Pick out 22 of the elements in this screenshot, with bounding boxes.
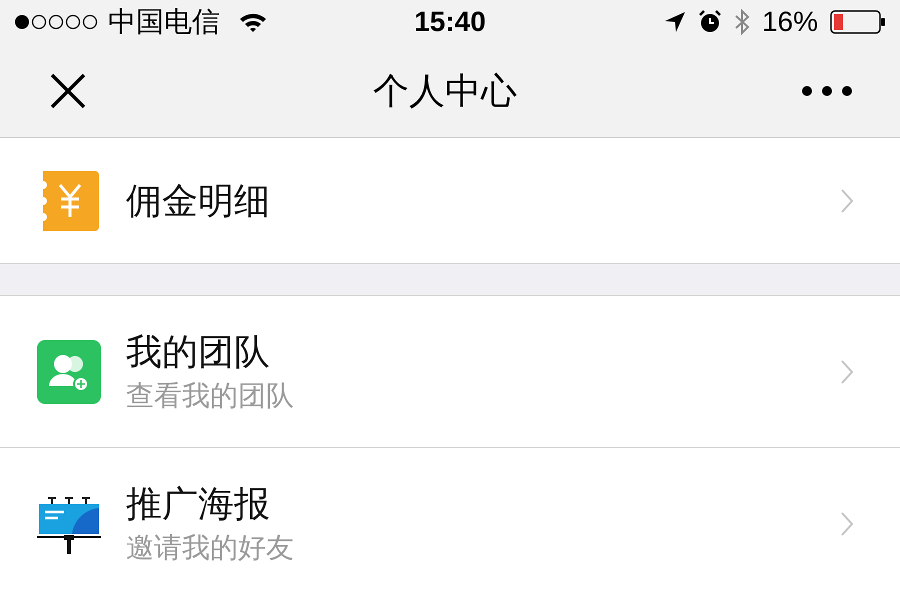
clock-time: 15:40 [414, 5, 486, 40]
alarm-clock-icon [698, 10, 722, 34]
wifi-icon [238, 11, 268, 34]
carrier-name: 中国电信 [108, 5, 220, 40]
chevron-right-icon [840, 358, 854, 384]
chevron-right-icon [840, 188, 854, 214]
item-title: 我的团队 [126, 330, 271, 374]
battery-percentage: 16% [762, 5, 818, 40]
item-title: 佣金明细 [126, 178, 271, 223]
battery-icon [830, 10, 886, 34]
menu-item[interactable]: 推广海报 邀请我的好友 [0, 448, 900, 600]
location-arrow-icon [664, 11, 686, 34]
signal-icon [14, 14, 98, 30]
menu-item[interactable]: 佣金明细 [0, 138, 900, 264]
page-title: 个人中心 [372, 68, 518, 113]
add-people-icon [37, 340, 101, 404]
item-subtitle: 邀请我的好友 [126, 531, 295, 565]
item-title: 推广海报 [126, 482, 271, 526]
item-subtitle: 查看我的团队 [126, 378, 295, 412]
chevron-right-icon [840, 511, 854, 537]
menu-item[interactable]: 我的团队 查看我的团队 [0, 296, 900, 448]
bluetooth-icon [734, 8, 750, 36]
